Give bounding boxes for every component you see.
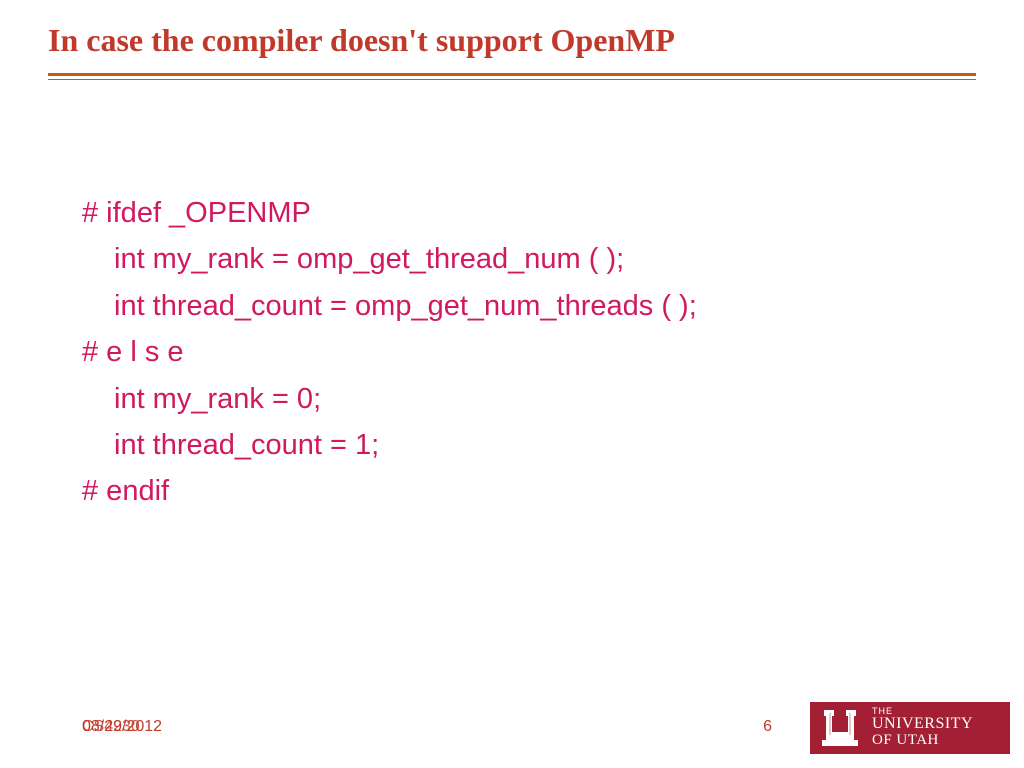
footer-date: 08/29/2012 CS4230 bbox=[82, 718, 162, 736]
code-line: # ifdef _OPENMP bbox=[82, 190, 1024, 236]
code-block: # ifdef _OPENMP int my_rank = omp_get_th… bbox=[82, 190, 1024, 515]
code-line: # e l s e bbox=[82, 329, 1024, 375]
footer-date-overlay: CS4230 bbox=[82, 718, 140, 736]
university-logo: THE UNIVERSITY OF UTAH bbox=[810, 702, 1010, 754]
slide-title: In case the compiler doesn't support Ope… bbox=[0, 0, 1024, 59]
logo-text: THE UNIVERSITY OF UTAH bbox=[872, 707, 973, 749]
title-rule bbox=[48, 73, 976, 80]
logo-university: UNIVERSITY bbox=[872, 716, 973, 733]
code-line: int thread_count = 1; bbox=[82, 422, 1024, 468]
logo-u-icon bbox=[818, 706, 862, 750]
slide: In case the compiler doesn't support Ope… bbox=[0, 0, 1024, 768]
logo-of-utah: OF UTAH bbox=[872, 733, 973, 749]
code-line: # endif bbox=[82, 468, 1024, 514]
code-line: int my_rank = omp_get_thread_num ( ); bbox=[82, 236, 1024, 282]
code-line: int my_rank = 0; bbox=[82, 376, 1024, 422]
page-number: 6 bbox=[763, 718, 772, 736]
code-line: int thread_count = omp_get_num_threads (… bbox=[82, 283, 1024, 329]
